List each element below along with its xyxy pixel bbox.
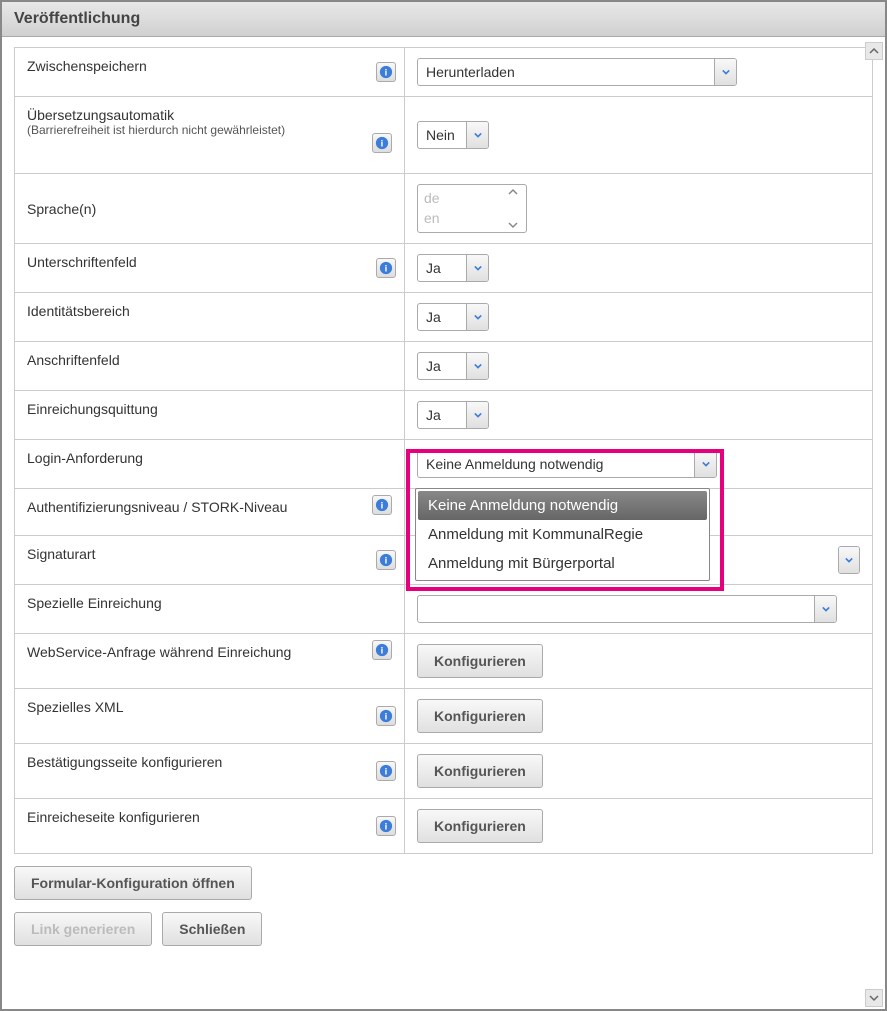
scroll-down-icon[interactable]: [865, 989, 883, 1007]
svg-text:i: i: [381, 646, 384, 657]
chevron-down-icon[interactable]: [814, 596, 836, 622]
label-signaturart: Signaturart: [27, 546, 95, 562]
label-unterschriftenfeld: Unterschriftenfeld: [27, 254, 137, 270]
svg-text:i: i: [381, 501, 384, 512]
label-webservice: WebService-Anfrage während Einreichung: [27, 644, 291, 660]
row-xml: Spezielles XML i Konfigurieren: [15, 689, 873, 744]
chevron-down-icon[interactable]: [508, 220, 518, 230]
svg-text:i: i: [385, 556, 388, 567]
svg-text:i: i: [385, 68, 388, 79]
row-einreichungsquittung: Einreichungsquittung Ja: [15, 391, 873, 440]
settings-table: Zwischenspeichern i Herunterladen Überse…: [14, 47, 873, 854]
row-bestaetigung: Bestätigungsseite konfigurieren i Konfig…: [15, 744, 873, 799]
row-webservice: WebService-Anfrage während Einreichung i…: [15, 634, 873, 689]
label-spezielle-einreichung: Spezielle Einreichung: [27, 595, 162, 611]
sublabel-uebersetzung: (Barrierefreiheit ist hierdurch nicht ge…: [27, 123, 392, 137]
info-icon[interactable]: i: [376, 761, 396, 781]
dialog-content: Zwischenspeichern i Herunterladen Überse…: [2, 37, 885, 1009]
login-option-none[interactable]: Keine Anmeldung notwendig: [418, 491, 707, 520]
info-icon[interactable]: i: [376, 62, 396, 82]
select-identitaetsbereich[interactable]: Ja: [417, 303, 489, 331]
publication-dialog: Veröffentlichung Zwischenspeichern i Her…: [0, 0, 887, 1011]
row-identitaetsbereich: Identitätsbereich Ja: [15, 293, 873, 342]
select-uebersetzung[interactable]: Nein: [417, 121, 489, 149]
chevron-down-icon[interactable]: [466, 402, 488, 428]
svg-text:i: i: [385, 822, 388, 833]
login-option-buergerportal[interactable]: Anmeldung mit Bürgerportal: [418, 549, 707, 578]
configure-xml-button[interactable]: Konfigurieren: [417, 699, 543, 733]
svg-text:i: i: [381, 139, 384, 150]
select-unterschriftenfeld[interactable]: Ja: [417, 254, 489, 282]
chevron-up-icon[interactable]: [508, 187, 518, 197]
login-option-kommunalregie[interactable]: Anmeldung mit KommunalRegie: [418, 520, 707, 549]
option-de[interactable]: de: [424, 189, 520, 209]
row-anschriftenfeld: Anschriftenfeld Ja: [15, 342, 873, 391]
configure-bestaetigung-button[interactable]: Konfigurieren: [417, 754, 543, 788]
select-spezielle-einreichung[interactable]: [417, 595, 837, 623]
open-form-config-button[interactable]: Formular-Konfiguration öffnen: [14, 866, 252, 900]
chevron-down-icon[interactable]: [466, 255, 488, 281]
label-auth: Authentifizierungsniveau / STORK-Niveau: [27, 499, 287, 515]
chevron-down-icon[interactable]: [466, 122, 488, 148]
info-icon[interactable]: i: [372, 133, 392, 153]
scroll-up-icon[interactable]: [865, 42, 883, 60]
select-login[interactable]: Keine Anmeldung notwendig: [417, 450, 717, 478]
label-anschriftenfeld: Anschriftenfeld: [27, 352, 120, 368]
row-unterschriftenfeld: Unterschriftenfeld i Ja: [15, 244, 873, 293]
chevron-down-icon[interactable]: [839, 547, 859, 573]
label-login: Login-Anforderung: [27, 450, 143, 466]
listbox-scrollbar[interactable]: [508, 187, 522, 230]
row-einreicheseite: Einreicheseite konfigurieren i Konfiguri…: [15, 799, 873, 854]
info-icon[interactable]: i: [376, 550, 396, 570]
label-xml: Spezielles XML: [27, 699, 124, 715]
svg-text:i: i: [385, 712, 388, 723]
info-icon[interactable]: i: [372, 640, 392, 660]
chevron-down-icon[interactable]: [714, 59, 736, 85]
label-einreichungsquittung: Einreichungsquittung: [27, 401, 158, 417]
generate-link-button: Link generieren: [14, 912, 152, 946]
login-dropdown-panel[interactable]: Keine Anmeldung notwendig Anmeldung mit …: [415, 488, 710, 581]
select-signaturart-arrow[interactable]: [838, 546, 860, 574]
label-uebersetzung: Übersetzungsautomatik: [27, 107, 174, 123]
row-sprachen: Sprache(n) de en: [15, 174, 873, 244]
svg-text:i: i: [385, 264, 388, 275]
configure-webservice-button[interactable]: Konfigurieren: [417, 644, 543, 678]
info-icon[interactable]: i: [376, 706, 396, 726]
row-zwischenspeichern: Zwischenspeichern i Herunterladen: [15, 48, 873, 97]
row-spezielle-einreichung: Spezielle Einreichung: [15, 585, 873, 634]
svg-text:i: i: [385, 767, 388, 778]
info-icon[interactable]: i: [376, 816, 396, 836]
configure-einreicheseite-button[interactable]: Konfigurieren: [417, 809, 543, 843]
option-en[interactable]: en: [424, 209, 520, 229]
label-einreicheseite: Einreicheseite konfigurieren: [27, 809, 200, 825]
footer-row-1: Formular-Konfiguration öffnen: [14, 866, 873, 900]
label-zwischenspeichern: Zwischenspeichern: [27, 58, 147, 74]
chevron-down-icon[interactable]: [694, 451, 716, 477]
row-uebersetzung: Übersetzungsautomatik (Barrierefreiheit …: [15, 97, 873, 174]
label-identitaetsbereich: Identitätsbereich: [27, 303, 130, 319]
info-icon[interactable]: i: [372, 495, 392, 515]
select-einreichungsquittung[interactable]: Ja: [417, 401, 489, 429]
select-anschriftenfeld[interactable]: Ja: [417, 352, 489, 380]
info-icon[interactable]: i: [376, 258, 396, 278]
dialog-title: Veröffentlichung: [2, 2, 885, 37]
label-sprachen: Sprache(n): [27, 201, 96, 217]
close-button[interactable]: Schließen: [162, 912, 262, 946]
row-login: Login-Anforderung Keine Anmeldung notwen…: [15, 440, 873, 489]
chevron-down-icon[interactable]: [466, 353, 488, 379]
select-zwischenspeichern[interactable]: Herunterladen: [417, 58, 737, 86]
footer-row-2: Link generieren Schließen: [14, 912, 873, 946]
listbox-sprachen[interactable]: de en: [417, 184, 527, 233]
chevron-down-icon[interactable]: [466, 304, 488, 330]
label-bestaetigung: Bestätigungsseite konfigurieren: [27, 754, 222, 770]
